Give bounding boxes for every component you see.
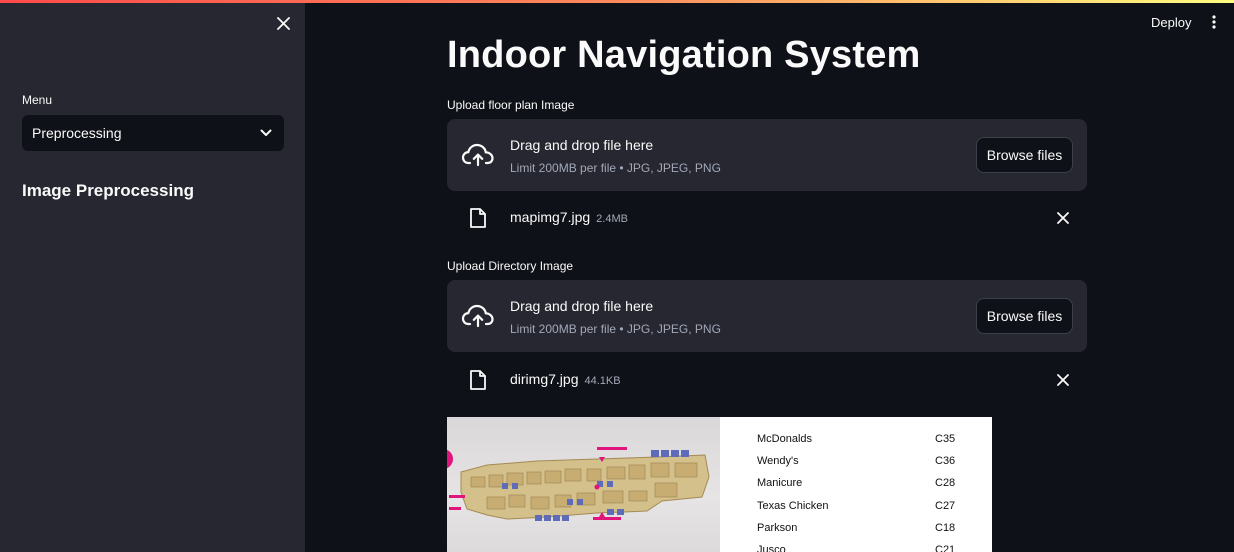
close-icon	[1057, 212, 1069, 224]
remove-file-button[interactable]	[1053, 370, 1073, 390]
floor-plan-upload-label: Upload floor plan Image	[447, 98, 575, 112]
file-icon	[470, 370, 486, 390]
uploaded-images-preview: McDonalds C35 Wendy's C36 Manicure C28 Texa…	[447, 417, 992, 552]
menu-select[interactable]: Preprocessing	[22, 115, 284, 151]
browse-files-button[interactable]: Browse files	[976, 298, 1073, 334]
file-size: 2.4MB	[596, 213, 628, 225]
deploy-button[interactable]: Deploy	[1145, 10, 1197, 34]
sidebar: Menu Preprocessing Image Preprocessing	[0, 0, 305, 552]
directory-entry: Texas Chicken C27	[757, 499, 956, 512]
main-menu-button[interactable]	[1205, 10, 1223, 34]
dropzone-title: Drag and drop file here	[510, 298, 654, 314]
directory-dropzone[interactable]: Drag and drop file here Limit 200MB per …	[447, 280, 1087, 352]
directory-entry: McDonalds C35	[757, 433, 956, 445]
file-size: 44.1KB	[584, 375, 621, 387]
chevron-down-icon	[260, 129, 272, 136]
floor-plan-image	[447, 417, 720, 552]
uploaded-file-row: dirimg7.jpg 44.1KB	[447, 365, 1087, 395]
close-icon	[276, 16, 290, 30]
directory-upload-label: Upload Directory Image	[447, 259, 574, 273]
directory-entry: Manicure C28	[757, 477, 956, 490]
file-icon	[470, 208, 486, 228]
top-accent-bar	[0, 0, 1234, 3]
directory-entry: Wendy's C36	[757, 455, 956, 468]
floor-plan-dropzone[interactable]: Drag and drop file here Limit 200MB per …	[447, 119, 1087, 191]
directory-image: McDonalds C35 Wendy's C36 Manicure C28 Texa…	[757, 433, 957, 552]
close-icon	[1057, 374, 1069, 386]
menu-label: Menu	[22, 93, 53, 107]
directory-entry: Jusco C21	[757, 543, 956, 552]
directory-entry: Parkson C18	[757, 521, 956, 534]
dropzone-title: Drag and drop file here	[510, 137, 654, 153]
cloud-upload-icon	[461, 304, 494, 328]
menu-select-value: Preprocessing	[32, 125, 122, 141]
cloud-upload-icon	[461, 143, 494, 167]
sidebar-close-button[interactable]	[272, 12, 294, 34]
remove-file-button[interactable]	[1053, 208, 1073, 228]
sidebar-section-heading: Image Preprocessing	[22, 181, 194, 200]
page-title: Indoor Navigation System	[447, 34, 921, 76]
browse-files-button[interactable]: Browse files	[976, 137, 1073, 173]
dropzone-limit: Limit 200MB per file • JPG, JPEG, PNG	[510, 322, 721, 336]
floor-plan-drawing	[447, 447, 710, 521]
file-name: mapimg7.jpg 2.4MB	[510, 209, 628, 225]
kebab-menu-icon	[1212, 15, 1216, 29]
uploaded-file-row: mapimg7.jpg 2.4MB	[447, 203, 1087, 233]
dropzone-limit: Limit 200MB per file • JPG, JPEG, PNG	[510, 161, 721, 175]
file-name: dirimg7.jpg 44.1KB	[510, 371, 621, 387]
